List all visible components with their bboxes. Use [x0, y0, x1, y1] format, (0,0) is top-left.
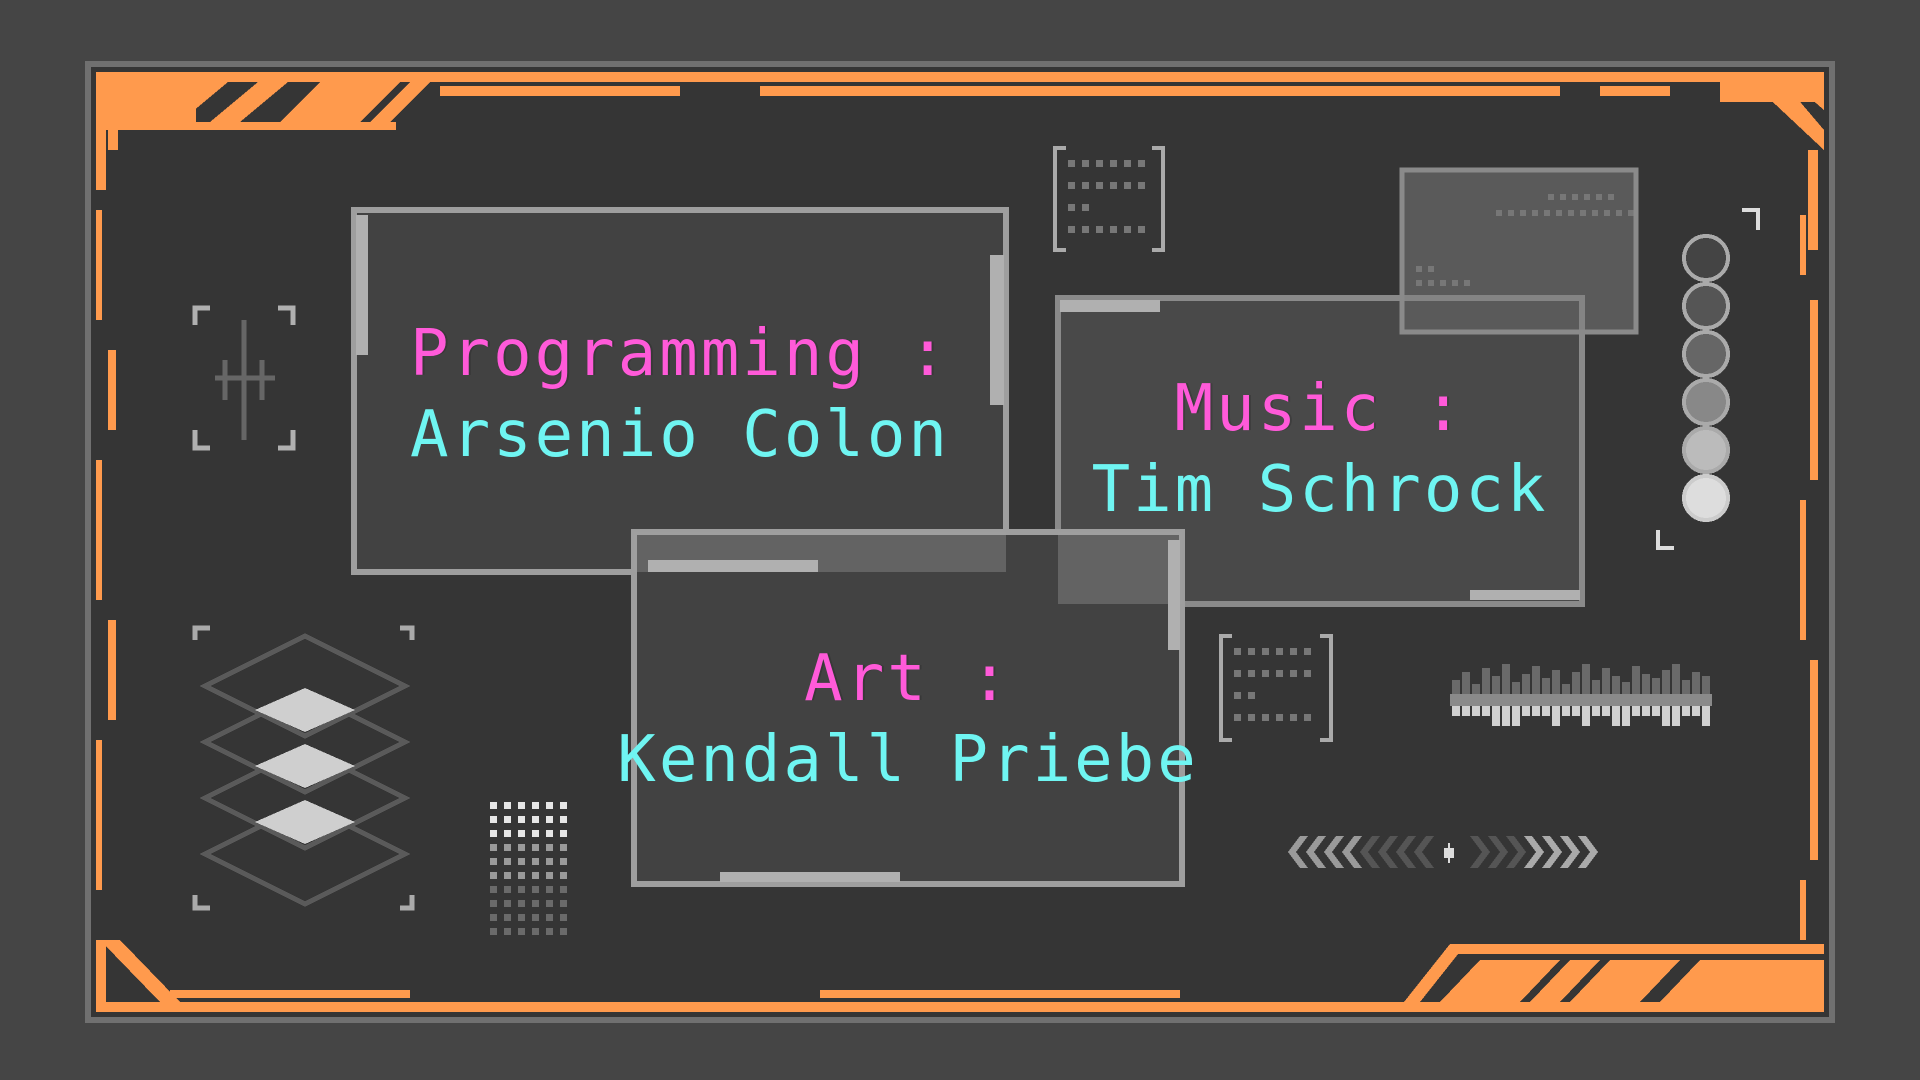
music-name-label: Tim Schrock	[1091, 453, 1549, 527]
art-credit-card: Art : Kendall Priebe	[617, 560, 1195, 880]
music-credit-card: Music : Tim Schrock	[1058, 300, 1582, 600]
music-role-label: Music :	[1174, 371, 1466, 446]
art-name-label: Kendall Priebe	[617, 723, 1199, 797]
art-role-label: Art :	[804, 641, 1012, 716]
programming-role-label: Programming :	[410, 316, 950, 391]
programming-credit-card: Programming : Arsenio Colon	[354, 220, 1006, 570]
programming-name-label: Arsenio Colon	[410, 398, 950, 472]
